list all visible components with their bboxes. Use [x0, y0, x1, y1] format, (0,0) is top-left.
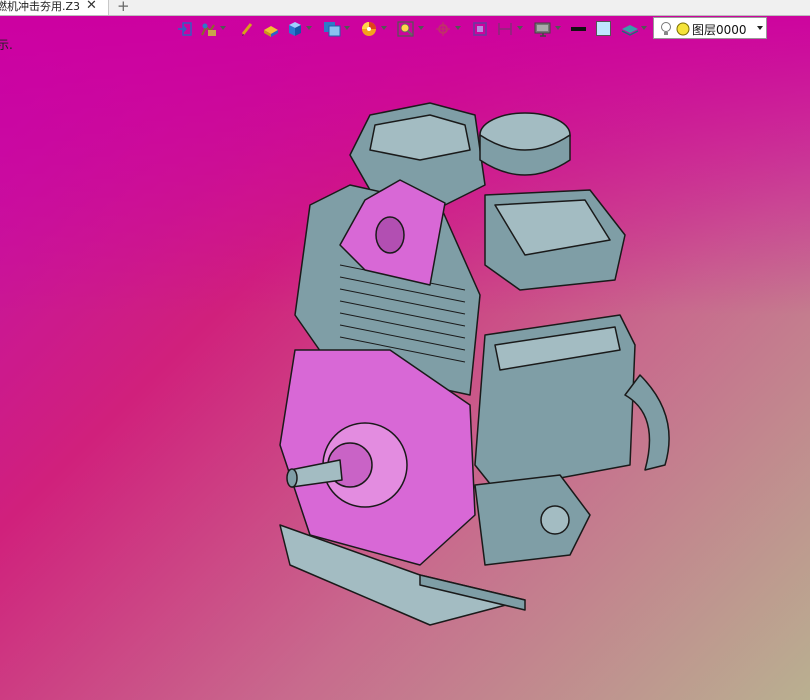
document-tab-label: 燃机冲击夯用.Z3	[0, 0, 81, 13]
document-tab-bar: 燃机冲击夯用.Z3 ✕ +	[0, 0, 810, 16]
line-color-swatch[interactable]	[571, 21, 587, 39]
display-mode-dropdown-icon[interactable]	[344, 26, 350, 30]
chevron-down-icon[interactable]	[757, 26, 763, 30]
snap-dropdown-icon[interactable]	[455, 26, 461, 30]
layer-select[interactable]: 图层0000	[653, 17, 767, 39]
shape-dropdown-icon[interactable]	[220, 26, 226, 30]
cube-view-dropdown-icon[interactable]	[306, 26, 312, 30]
block-solid-icon[interactable]	[262, 21, 280, 39]
monitor-icon[interactable]	[534, 21, 552, 39]
zoom-fit-icon[interactable]	[397, 21, 415, 39]
document-tab[interactable]: 燃机冲击夯用.Z3 ✕	[0, 0, 109, 15]
snap-icon[interactable]	[435, 21, 451, 39]
color-wheel-dropdown-icon[interactable]	[381, 26, 387, 30]
shaft-end	[286, 468, 298, 488]
measure-dropdown-icon[interactable]	[517, 26, 523, 30]
import-icon[interactable]	[177, 21, 193, 39]
layer-stack-dropdown-icon[interactable]	[641, 26, 647, 30]
engine-3d-model[interactable]	[270, 95, 690, 635]
governor-pulley	[540, 505, 570, 535]
close-tab-icon[interactable]: ✕	[86, 0, 97, 12]
frame-icon[interactable]	[472, 21, 488, 39]
display-mode-icon[interactable]	[323, 21, 343, 39]
sketch-pen-icon[interactable]	[240, 21, 254, 39]
shape-icon[interactable]	[200, 21, 218, 39]
layer-stack-icon[interactable]	[621, 21, 639, 39]
measure-icon[interactable]	[497, 21, 513, 39]
zoom-fit-dropdown-icon[interactable]	[418, 26, 424, 30]
cube-view-icon[interactable]	[286, 21, 304, 39]
shroud-hole	[375, 216, 405, 254]
fill-color-swatch[interactable]	[596, 21, 612, 39]
layer-color-dot[interactable]	[676, 22, 690, 39]
lightbulb-icon[interactable]	[660, 21, 672, 40]
new-tab-icon[interactable]: +	[117, 0, 130, 15]
monitor-dropdown-icon[interactable]	[555, 26, 561, 30]
color-wheel-icon[interactable]	[361, 21, 377, 39]
graphics-viewport[interactable]: 燃机冲击夯用.Z3 ✕ + 示. 图层0000	[0, 0, 810, 700]
carburetor	[474, 474, 591, 566]
layer-select-value: 图层0000	[692, 23, 747, 37]
